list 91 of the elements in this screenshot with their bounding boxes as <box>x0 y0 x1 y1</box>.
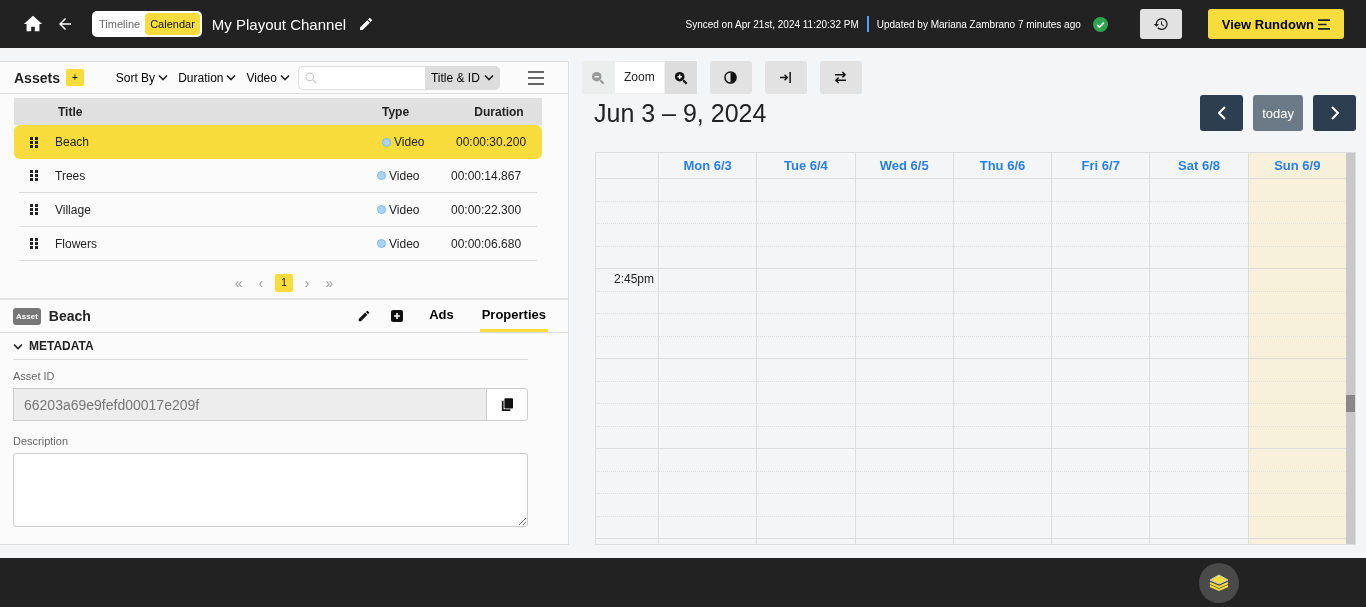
zoom-in-button[interactable] <box>664 61 697 94</box>
day-header[interactable]: Thu 6/6 <box>979 158 1026 173</box>
status-dot <box>377 205 386 214</box>
sync-status: Synced on Apr 21st, 2024 11:20:32 PM <box>685 18 859 30</box>
pencil-icon[interactable] <box>357 309 372 323</box>
today-button[interactable]: today <box>1253 95 1303 131</box>
asset-row[interactable]: Beach Video 00:00:30.200 <box>14 125 542 159</box>
field-label: Description <box>13 435 70 447</box>
status-dot <box>382 137 391 147</box>
previous-week-button[interactable] <box>1200 95 1244 131</box>
chevron-down-icon <box>158 74 169 81</box>
view-rundown-button[interactable]: View Rundown <box>1207 9 1344 39</box>
view-toggle-option[interactable]: Calendar <box>145 13 200 35</box>
chevron-down-icon <box>279 74 290 81</box>
chevron-down-icon[interactable] <box>13 342 23 350</box>
table-cell: Video <box>389 236 420 251</box>
table-cell: Video <box>394 135 425 149</box>
column-header: Title <box>58 104 84 119</box>
assets-title: Assets <box>14 69 60 86</box>
add-asset-button[interactable]: + <box>65 69 84 86</box>
list-icon <box>1318 18 1330 30</box>
contrast-icon <box>724 71 738 84</box>
column-header: Duration <box>473 104 525 119</box>
table-cell-text: Beach <box>55 135 91 149</box>
arrow-into-bar-icon <box>779 71 793 84</box>
history-icon <box>1152 16 1169 32</box>
swap-button[interactable] <box>819 61 862 94</box>
status-dot <box>377 239 386 248</box>
time-label: 2:45pm <box>613 272 654 286</box>
next-week-button[interactable] <box>1313 95 1356 131</box>
detail-tab[interactable]: Ads <box>427 300 456 332</box>
page-button[interactable]: 1 <box>275 274 293 292</box>
stack-logo-button[interactable] <box>1199 562 1239 603</box>
asset-row[interactable]: Trees Video 00:00:14.867 <box>19 159 537 193</box>
column-header: Type <box>382 104 411 119</box>
date-range-title: Jun 3 – 9, 2024 <box>594 98 767 128</box>
copy-button[interactable] <box>486 388 528 421</box>
table-cell-text: Trees <box>55 168 87 183</box>
table-cell: Video <box>389 202 420 217</box>
table-cell-text: Flowers <box>55 236 98 251</box>
chevron-left-icon <box>1217 106 1226 120</box>
filter-dropdown[interactable]: Video <box>246 70 290 85</box>
status-dot <box>377 171 386 180</box>
chevron-down-icon <box>483 74 494 81</box>
zoom-out-icon <box>591 70 605 85</box>
search-scope-dropdown[interactable]: Title & ID <box>424 65 500 90</box>
day-header[interactable]: Mon 6/3 <box>683 158 732 173</box>
description-field[interactable] <box>13 453 528 527</box>
contrast-button[interactable] <box>709 61 752 94</box>
channel-title: My Playout Channel <box>211 15 347 33</box>
day-header[interactable]: Sat 6/8 <box>1178 158 1220 173</box>
filter-dropdown[interactable]: Duration <box>178 70 237 85</box>
menu-icon[interactable] <box>527 70 544 85</box>
drag-handle-icon[interactable] <box>30 170 38 181</box>
drag-handle-icon[interactable] <box>30 204 38 215</box>
day-header[interactable]: Fri 6/7 <box>1081 158 1120 173</box>
section-title[interactable]: METADATA <box>29 339 94 353</box>
chevron-down-icon <box>226 74 237 81</box>
asset-id-field[interactable]: 66203a69e9fefd00017e209f <box>13 388 487 421</box>
table-cell-text: 00:00:14.867 <box>451 168 523 183</box>
pencil-icon[interactable] <box>358 16 375 32</box>
table-cell-text: Village <box>55 202 92 217</box>
field-label: Asset ID <box>13 370 56 382</box>
asset-name: Beach <box>48 308 91 324</box>
swap-arrows-icon <box>834 71 848 84</box>
search-field[interactable] <box>297 65 425 90</box>
history-button[interactable] <box>1139 9 1182 39</box>
table-cell-text: 00:00:30.200 <box>456 135 528 149</box>
asset-row[interactable]: Village Video 00:00:22.300 <box>19 193 537 227</box>
zoom-in-icon <box>673 70 688 85</box>
detail-tab[interactable]: Properties <box>479 300 548 332</box>
asset-badge: Asset <box>13 307 41 325</box>
scrollbar-thumb[interactable] <box>1346 395 1355 412</box>
check-circle-icon <box>1092 16 1108 32</box>
scrollbar[interactable] <box>1346 153 1355 544</box>
table-cell-text: 00:00:22.300 <box>451 202 523 217</box>
update-status: Updated by Mariana Zambrano 7 minutes ago <box>876 18 1081 30</box>
zoom-label: Zoom <box>614 61 665 94</box>
search-icon <box>304 71 317 84</box>
day-header[interactable]: Tue 6/4 <box>784 158 828 173</box>
drag-handle-icon[interactable] <box>30 136 38 148</box>
chevron-right-icon <box>1330 106 1339 120</box>
table-cell-text: 00:00:06.680 <box>451 236 523 251</box>
enter-button[interactable] <box>764 61 807 94</box>
drag-handle-icon[interactable] <box>30 238 38 249</box>
filter-dropdown[interactable]: Sort By <box>115 70 169 85</box>
add-square-icon[interactable] <box>391 310 404 322</box>
table-cell: Video <box>389 168 420 183</box>
day-header[interactable]: Wed 6/5 <box>879 158 929 173</box>
asset-row[interactable]: Flowers Video 00:00:06.680 <box>19 227 537 261</box>
copy-icon <box>501 397 513 412</box>
